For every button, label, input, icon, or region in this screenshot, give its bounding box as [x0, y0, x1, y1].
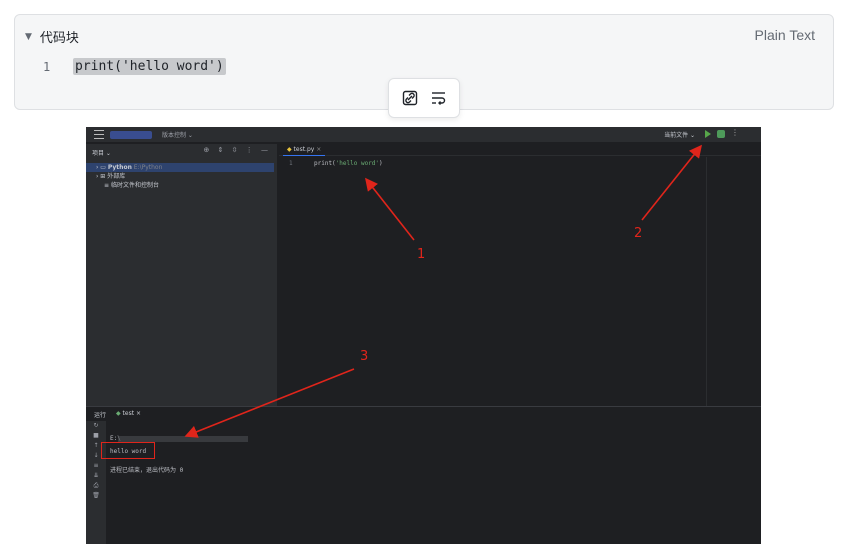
annotation-number-3: 3: [360, 349, 369, 364]
code-block-title: 代码块: [39, 31, 79, 46]
code-line: 1 print('hello word'): [43, 58, 226, 75]
line-number: 1: [43, 59, 51, 74]
annotation-number-1: 1: [417, 247, 426, 262]
wrap-icon[interactable]: [427, 86, 451, 110]
annotation-number-2: 2: [634, 226, 643, 241]
code-text[interactable]: print('hello word'): [73, 58, 226, 75]
code-block-toolbar: [388, 78, 460, 118]
arrow-1: [365, 177, 415, 241]
link-icon[interactable]: [398, 86, 422, 110]
arrow-3: [184, 368, 355, 438]
collapse-caret-icon[interactable]: ▼: [25, 32, 32, 42]
arrow-2: [641, 144, 702, 221]
code-block-header[interactable]: ▼ 代码块: [25, 27, 79, 46]
language-label[interactable]: Plain Text: [755, 27, 815, 43]
annotation-arrows: [184, 144, 702, 438]
ide-screenshot: 版本控制 ⌄ 当前文件 ⌄ ⋮ 项目 ⌄ ⊕ ⇕ ⇳ ⋮ — › ▭ Pytho…: [86, 127, 761, 544]
